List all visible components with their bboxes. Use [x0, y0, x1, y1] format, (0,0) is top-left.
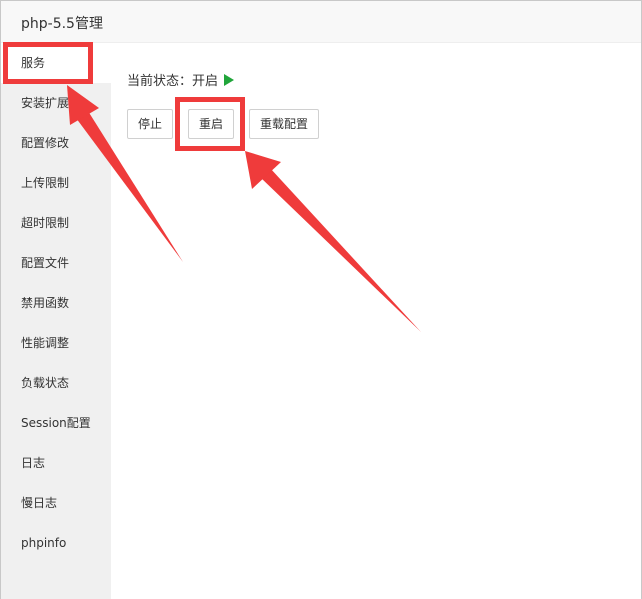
sidebar-item-disabled-functions[interactable]: 禁用函数 — [1, 283, 111, 323]
stop-button[interactable]: 停止 — [127, 109, 174, 139]
php-manager-dialog: php-5.5管理 服务 安装扩展 配置修改 上传限制 超时限制 配置文件 禁用… — [0, 0, 642, 599]
service-status-text: 当前状态：开启 — [127, 74, 219, 89]
service-status: 当前状态：开启 — [127, 70, 235, 89]
sidebar-item-slow-log[interactable]: 慢日志 — [1, 483, 111, 523]
sidebar-item-upload-limit[interactable]: 上传限制 — [1, 163, 111, 203]
sidebar-item-phpinfo[interactable]: phpinfo — [1, 523, 111, 563]
sidebar-item-timeout-limit[interactable]: 超时限制 — [1, 203, 111, 243]
sidebar: 服务 安装扩展 配置修改 上传限制 超时限制 配置文件 禁用函数 性能调整 负载… — [1, 43, 111, 599]
sidebar-item-install-extension[interactable]: 安装扩展 — [1, 83, 111, 123]
dialog-titlebar: php-5.5管理 — [1, 1, 641, 43]
reload-config-button[interactable]: 重载配置 — [249, 109, 320, 139]
play-icon — [224, 74, 235, 86]
sidebar-item-log[interactable]: 日志 — [1, 443, 111, 483]
highlight-box-restart — [175, 97, 245, 151]
sidebar-item-session-config[interactable]: Session配置 — [1, 403, 111, 443]
sidebar-item-config-edit[interactable]: 配置修改 — [1, 123, 111, 163]
sidebar-item-load-status[interactable]: 负载状态 — [1, 363, 111, 403]
highlight-box-service — [3, 42, 93, 84]
sidebar-item-config-file[interactable]: 配置文件 — [1, 243, 111, 283]
dialog-title: php-5.5管理 — [21, 16, 103, 32]
sidebar-item-performance-tuning[interactable]: 性能调整 — [1, 323, 111, 363]
